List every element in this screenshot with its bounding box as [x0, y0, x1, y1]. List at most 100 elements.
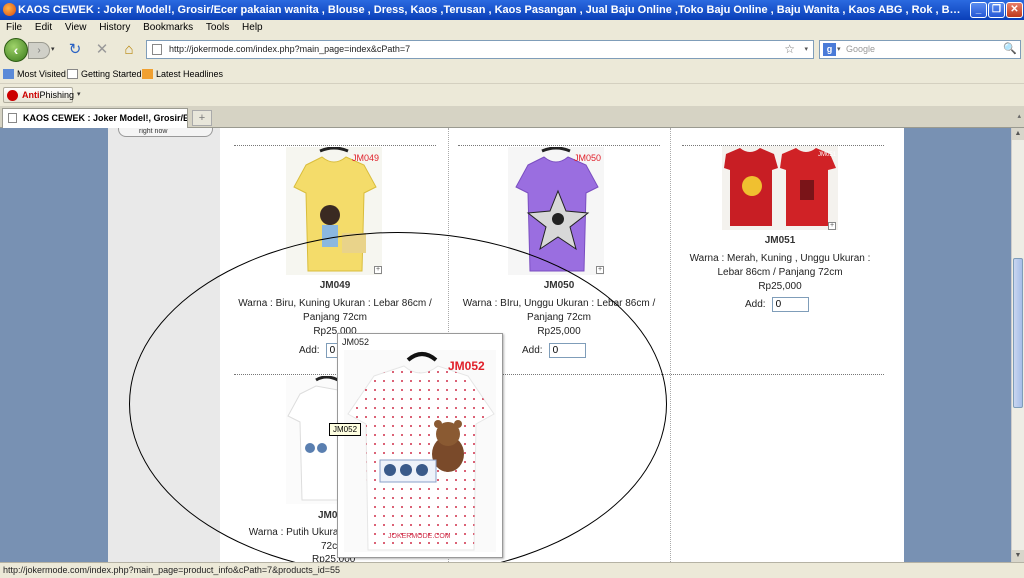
tab-scroll-icon[interactable]: ▴: [1017, 112, 1021, 120]
search-engine-dropdown-icon[interactable]: ▾: [837, 41, 841, 58]
row-divider: [234, 374, 884, 375]
row-divider: [458, 145, 660, 146]
quantity-input[interactable]: [548, 343, 586, 358]
addon-toolbar: AntiPhishing ▾: [0, 84, 1024, 106]
bookmark-latest-headlines[interactable]: Latest Headlines: [142, 64, 223, 84]
store-page: right now JM049 + JM049 Warna : Biru, Ku…: [108, 128, 904, 562]
product-image-jm049[interactable]: JM049: [286, 147, 382, 275]
bookmark-star-icon[interactable]: ☆: [784, 41, 795, 58]
home-icon[interactable]: ⌂: [120, 41, 138, 59]
page-icon: [67, 69, 78, 79]
search-icon[interactable]: 🔍: [1003, 41, 1017, 58]
bookmark-label: Most Visited: [17, 69, 66, 79]
watermark-text: JOKERMODE.COM: [388, 533, 451, 540]
left-sidebar: right now: [108, 128, 220, 562]
bookmarks-toolbar: Most Visited Getting Started Latest Head…: [0, 64, 1024, 84]
white-shirt-image: [287, 376, 338, 501]
antiphishing-label-phishing: Phishing: [39, 90, 75, 100]
image-tooltip: JM052: [329, 423, 362, 436]
product-image-jm050[interactable]: JM050: [508, 147, 604, 275]
scrollbar-thumb[interactable]: [1013, 258, 1023, 408]
new-tab-button[interactable]: +: [192, 110, 212, 126]
quantity-input[interactable]: [771, 297, 809, 312]
search-bar[interactable]: g ▾ Google 🔍: [819, 40, 1021, 59]
antiphishing-dropdown-icon[interactable]: ▾: [77, 90, 81, 98]
shirt-tag: JM050: [574, 153, 601, 163]
product-code[interactable]: JM051: [680, 235, 880, 246]
minimize-button[interactable]: _: [970, 2, 987, 18]
product-code[interactable]: JM049: [234, 280, 436, 291]
shirt-tag: JM049: [352, 153, 379, 163]
antiphishing-label-anti: Anti: [22, 90, 40, 100]
page-viewport: right now JM049 + JM049 Warna : Biru, Ku…: [0, 128, 1011, 562]
stop-icon[interactable]: ✕: [93, 41, 111, 59]
menu-bar: File Edit View History Bookmarks Tools H…: [0, 20, 1024, 36]
product-description: Warna : Biru, Kuning Ukuran : Lebar 86cm…: [238, 298, 432, 323]
tab-title: KAOS CEWEK : Joker Model!, Grosir/Ec...: [23, 113, 188, 123]
firefox-icon: [3, 3, 16, 16]
red-shirts-image: JM051: [724, 148, 837, 226]
menu-file[interactable]: File: [6, 20, 22, 36]
history-dropdown-icon[interactable]: ▾: [51, 45, 55, 53]
most-visited-icon: [3, 69, 14, 79]
close-button[interactable]: ✕: [1006, 2, 1023, 18]
bookmark-label: Getting Started: [81, 69, 142, 79]
url-dropdown-icon[interactable]: ▾: [804, 41, 808, 58]
product-code[interactable]: JM050: [458, 280, 660, 291]
bookmark-getting-started[interactable]: Getting Started: [67, 64, 142, 84]
product-image-jm051[interactable]: JM051: [722, 146, 838, 230]
product-description: Warna : BIru, Unggu Ukuran : Lebar 86cm …: [462, 298, 656, 323]
add-label: Add:: [299, 345, 320, 357]
window-title: KAOS CEWEK : Joker Model!, Grosir/Ecer p…: [18, 4, 963, 16]
zoom-icon[interactable]: +: [374, 266, 382, 274]
reload-icon[interactable]: ↻: [66, 41, 84, 59]
antiphishing-button[interactable]: AntiPhishing: [3, 87, 75, 103]
menu-bookmarks[interactable]: Bookmarks: [143, 20, 193, 36]
yellow-shirt-image: JM049: [293, 147, 379, 272]
product-image-jm052[interactable]: [286, 376, 338, 504]
tab-active[interactable]: KAOS CEWEK : Joker Model!, Grosir/Ec...: [2, 108, 188, 128]
search-placeholder: Google: [846, 44, 876, 54]
add-label: Add:: [745, 299, 766, 311]
navigation-toolbar: ‹ › ▾ ↻ ✕ ⌂ http://jokermode.com/index.p…: [0, 36, 1024, 64]
url-bar[interactable]: http://jokermode.com/index.php?main_page…: [146, 40, 814, 59]
add-to-cart-row: Add:: [745, 297, 809, 312]
shirt-tag: JM051: [818, 152, 837, 158]
scroll-up-button[interactable]: ▲: [1012, 128, 1024, 140]
menu-edit[interactable]: Edit: [35, 20, 52, 36]
menu-history[interactable]: History: [99, 20, 130, 36]
page-icon: [152, 44, 162, 55]
menu-help[interactable]: Help: [242, 20, 263, 36]
right-now-box: right now: [118, 128, 213, 137]
page-icon: [8, 113, 17, 123]
status-bar: http://jokermode.com/index.php?main_page…: [0, 562, 1024, 578]
url-text: http://jokermode.com/index.php?main_page…: [169, 44, 411, 54]
product-description: Warna : Merah, Kuning , Unggu Ukuran : L…: [689, 253, 871, 278]
purple-shirt-image: JM050: [515, 147, 601, 272]
image-hover-popup: JM052 JM052 JOKERMODE.COM: [337, 333, 503, 558]
maximize-button[interactable]: ❐: [988, 2, 1005, 18]
menu-tools[interactable]: Tools: [206, 20, 229, 36]
zoom-icon[interactable]: +: [828, 222, 836, 230]
window-titlebar: KAOS CEWEK : Joker Model!, Grosir/Ecer p…: [0, 0, 1024, 20]
shirt-tag: JM052: [448, 359, 485, 373]
add-to-cart-row: Add:: [522, 343, 586, 358]
zoom-icon[interactable]: +: [596, 266, 604, 274]
google-icon[interactable]: g: [823, 43, 836, 56]
product-price: Rp25,000: [758, 281, 802, 292]
bookmark-label: Latest Headlines: [156, 69, 224, 79]
scroll-down-button[interactable]: ▼: [1012, 550, 1024, 562]
tab-strip: KAOS CEWEK : Joker Model!, Grosir/Ec... …: [0, 106, 1024, 128]
white-bear-shirt-image: JM052 JOKERMODE.COM: [347, 352, 495, 551]
forward-button[interactable]: ›: [28, 42, 50, 59]
rss-feed-icon: [142, 69, 153, 79]
row-divider: [234, 145, 436, 146]
add-label: Add:: [522, 345, 543, 357]
vertical-scrollbar[interactable]: ▲ ▼: [1011, 128, 1024, 562]
column-divider: [670, 128, 671, 562]
antiphishing-icon: [7, 90, 18, 101]
popup-title: JM052: [342, 337, 370, 347]
bookmark-most-visited[interactable]: Most Visited: [3, 64, 66, 84]
back-button[interactable]: ‹: [4, 38, 28, 62]
menu-view[interactable]: View: [65, 20, 87, 36]
